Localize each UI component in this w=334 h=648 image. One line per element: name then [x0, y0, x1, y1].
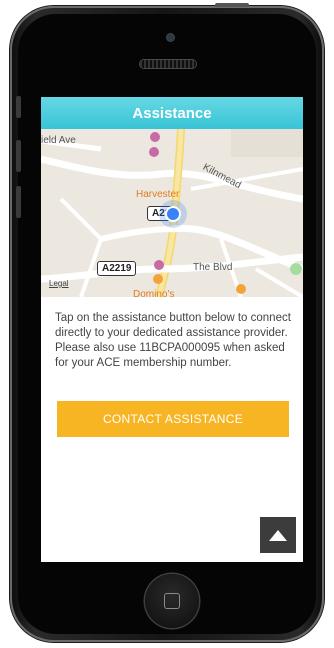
front-camera	[167, 34, 174, 41]
app-screen: Assistance ield Ave Kilnmead The Blvd Le…	[41, 97, 303, 562]
poi-label-harvester: Harvester	[136, 189, 180, 200]
app-header: Assistance	[41, 97, 303, 129]
volume-down-button	[16, 186, 21, 218]
road-shield-a2219: A2219	[97, 261, 137, 276]
contact-assistance-button[interactable]: CONTACT ASSISTANCE	[57, 401, 289, 437]
page-title: Assistance	[132, 104, 212, 122]
poi-label-dominos: Domino's	[133, 289, 175, 297]
home-square-icon	[164, 593, 180, 609]
assistance-instructions: Tap on the assistance button below to co…	[55, 312, 291, 369]
mute-switch	[16, 96, 21, 118]
street-label-the-blvd: The Blvd	[193, 262, 233, 273]
street-label-field-ave: ield Ave	[41, 135, 76, 146]
power-button	[215, 3, 249, 7]
volume-up-button	[16, 140, 21, 172]
scroll-to-top-button[interactable]	[260, 517, 296, 553]
current-location-marker	[165, 206, 181, 222]
earpiece-speaker	[140, 60, 196, 68]
arrow-up-icon	[269, 529, 287, 541]
home-button[interactable]	[145, 574, 199, 628]
map-view[interactable]: ield Ave Kilnmead The Blvd Legal Harvest…	[41, 129, 303, 297]
legal-link[interactable]: Legal	[49, 279, 69, 288]
